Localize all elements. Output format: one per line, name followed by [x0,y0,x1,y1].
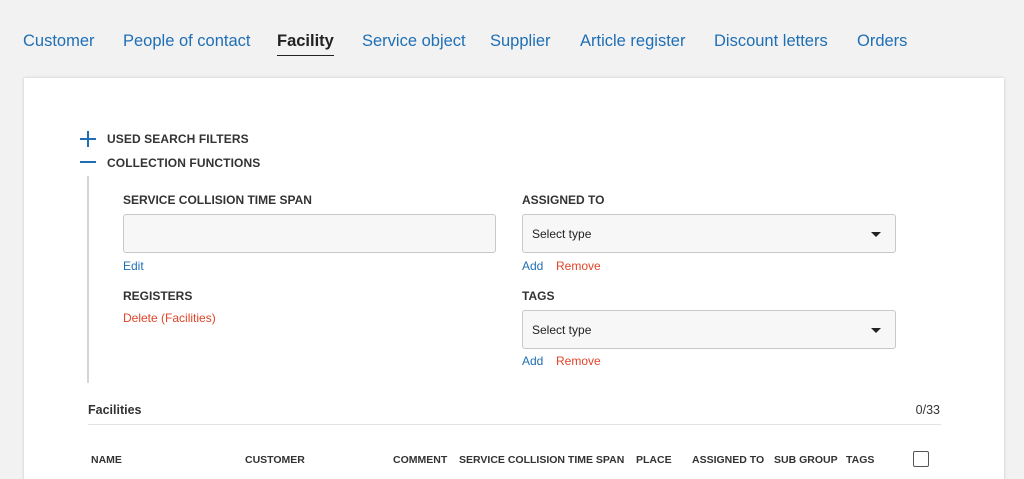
tab-customer[interactable]: Customer [23,31,95,51]
column-header-tags[interactable]: TAGS [846,454,874,466]
facilities-title: Facilities [88,403,142,417]
column-header-name[interactable]: NAME [91,454,122,466]
service-collision-field[interactable] [123,214,496,253]
caret-down-icon [871,328,881,333]
plus-icon[interactable] [79,130,97,148]
collection-functions-toggle[interactable] [79,153,97,176]
tab-people-of-contact[interactable]: People of contact [123,31,251,51]
tab-orders[interactable]: Orders [857,31,907,51]
main-panel: USED SEARCH FILTERS COLLECTION FUNCTIONS… [24,78,1004,479]
used-search-filters-label[interactable]: USED SEARCH FILTERS [107,132,249,146]
minus-icon[interactable] [79,153,97,171]
tags-select-value: Select type [532,323,592,337]
tab-service-object[interactable]: Service object [362,31,466,51]
tags-add-link[interactable]: Add [522,354,543,368]
facilities-count: 0/33 [915,403,940,417]
service-collision-edit-link[interactable]: Edit [123,259,144,273]
caret-down-icon [871,232,881,237]
tab-article-register[interactable]: Article register [580,31,685,51]
service-collision-label: SERVICE COLLISION TIME SPAN [123,193,312,207]
section-divider [87,176,89,383]
used-search-filters-toggle[interactable] [79,130,97,153]
column-header-customer[interactable]: CUSTOMER [245,454,305,466]
assigned-to-remove-link[interactable]: Remove [556,259,601,273]
column-header-assigned-to[interactable]: ASSIGNED TO [692,454,764,466]
tags-remove-link[interactable]: Remove [556,354,601,368]
assigned-to-select-value: Select type [532,227,592,241]
tab-discount-letters[interactable]: Discount letters [714,31,828,51]
facilities-divider [88,424,941,425]
tags-label: TAGS [522,289,555,303]
column-header-comment[interactable]: COMMENT [393,454,447,466]
select-all-checkbox[interactable] [913,451,929,467]
column-header-sub-group[interactable]: SUB GROUP [774,454,838,466]
registers-label: REGISTERS [123,289,193,303]
delete-facilities-link[interactable]: Delete (Facilities) [123,311,216,325]
assigned-to-add-link[interactable]: Add [522,259,543,273]
tags-select[interactable]: Select type [522,310,896,349]
assigned-to-label: ASSIGNED TO [522,193,605,207]
assigned-to-select[interactable]: Select type [522,214,896,253]
top-navigation: Customer People of contact Facility Serv… [0,0,1024,78]
tab-facility[interactable]: Facility [277,31,334,56]
column-header-service-collision-time-span[interactable]: SERVICE COLLISION TIME SPAN [459,454,624,466]
collection-functions-label[interactable]: COLLECTION FUNCTIONS [107,156,260,170]
column-header-place[interactable]: PLACE [636,454,672,466]
tab-supplier[interactable]: Supplier [490,31,551,51]
